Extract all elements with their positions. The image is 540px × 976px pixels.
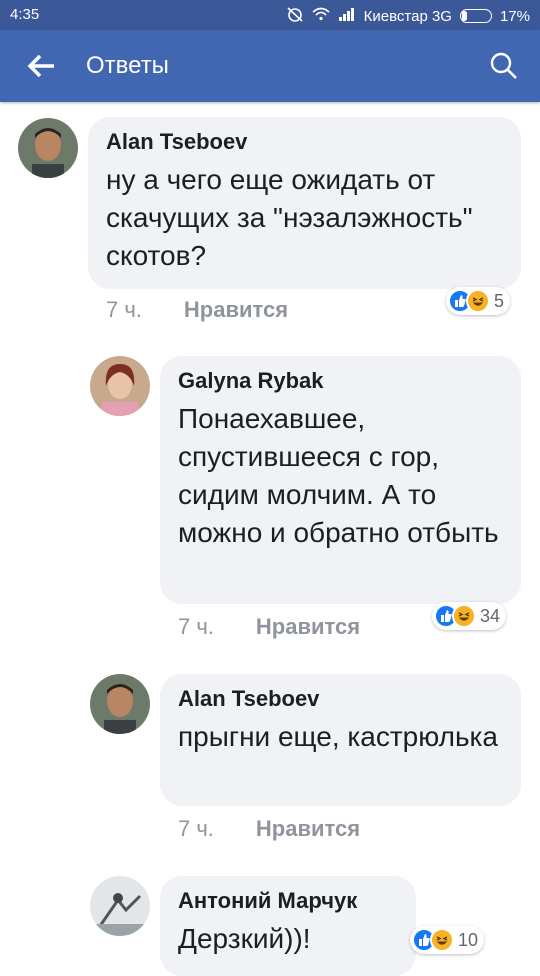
avatar[interactable] (90, 356, 150, 416)
app-header: Ответы (0, 30, 540, 102)
comment-time[interactable]: 7 ч. (178, 816, 214, 842)
avatar[interactable] (18, 118, 78, 178)
reactions-summary[interactable]: 5 (446, 287, 511, 315)
back-arrow-icon[interactable] (22, 46, 62, 86)
haha-reaction-icon (452, 604, 476, 628)
comment-text: Понаехавшее, спустившееся с гор, сидим м… (178, 403, 499, 548)
status-bar: 4:35 Киевстар 3G 17% (0, 0, 540, 30)
reactions-summary[interactable]: 34 (432, 602, 507, 630)
comment-text: Дерзкий))! (178, 923, 311, 954)
wifi-icon (312, 7, 330, 25)
comment-time[interactable]: 7 ч. (106, 297, 142, 323)
like-button[interactable]: Нравится (184, 297, 288, 323)
comment-bubble: Alan Tseboev ну а чего еще ожидать от ск… (88, 117, 521, 289)
comment-author[interactable]: Антоний Марчук (178, 888, 398, 914)
comment-meta: 7 ч. Нравится (178, 614, 360, 640)
signal-icon (338, 7, 356, 25)
status-time: 4:35 (10, 6, 40, 23)
like-button[interactable]: Нравится (256, 614, 360, 640)
page-title: Ответы (86, 52, 169, 79)
comment-bubble: Alan Tseboev прыгни еще, кастрюлька (160, 674, 521, 806)
haha-reaction-icon (466, 289, 490, 313)
avatar[interactable] (90, 674, 150, 734)
comment-author[interactable]: Alan Tseboev (178, 686, 503, 712)
reactions-summary[interactable]: 10 (410, 926, 485, 954)
battery-icon (459, 9, 492, 23)
reactions-count: 5 (494, 290, 505, 311)
comment-meta: 7 ч. Нравится (106, 297, 288, 323)
comment-text: прыгни еще, кастрюлька (178, 721, 498, 752)
reactions-count: 34 (480, 605, 501, 626)
comment-bubble: Антоний Марчук Дерзкий))! (160, 876, 416, 976)
comment-text: ну а чего еще ожидать от скачущих за "нэ… (106, 164, 473, 271)
reactions-count: 10 (458, 929, 479, 950)
comment-author[interactable]: Alan Tseboev (106, 129, 503, 155)
search-icon[interactable] (486, 48, 522, 84)
haha-reaction-icon (430, 928, 454, 952)
carrier-label: Киевстар 3G (363, 7, 452, 25)
like-button[interactable]: Нравится (256, 816, 360, 842)
comment-author[interactable]: Galyna Rybak (178, 368, 503, 394)
comment-meta: 7 ч. Нравится (178, 816, 360, 842)
battery-percent: 17% (499, 7, 530, 25)
comment-bubble: Galyna Rybak Понаехавшее, спустившееся с… (160, 356, 521, 604)
comment-time[interactable]: 7 ч. (178, 614, 214, 640)
avatar[interactable] (90, 876, 150, 936)
alarm-off-icon (286, 6, 304, 26)
